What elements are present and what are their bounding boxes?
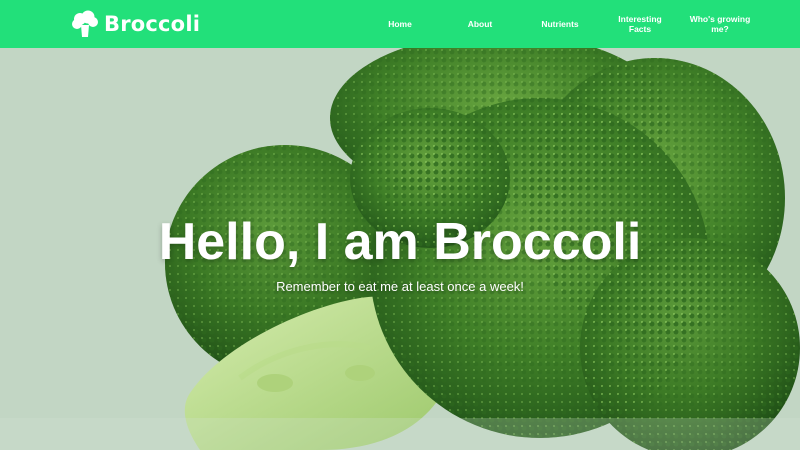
nav-nutrients[interactable]: Nutrients xyxy=(520,0,600,48)
brand-logo[interactable]: Broccoli xyxy=(70,9,200,39)
broccoli-icon xyxy=(72,10,98,37)
hero-title: Hello, I am Broccoli xyxy=(158,213,642,271)
hero-subtitle: Remember to eat me at least once a week! xyxy=(276,279,524,294)
hero-section: Hello, I am Broccoli Remember to eat me … xyxy=(0,48,800,450)
nav-home[interactable]: Home xyxy=(360,0,440,48)
nav-interesting-facts[interactable]: Interesting Facts xyxy=(600,0,680,48)
navbar: Broccoli Home About Nutrients Interestin… xyxy=(0,0,800,48)
brand-name: Broccoli xyxy=(104,12,201,36)
nav-whos-growing-me[interactable]: Who's growing me? xyxy=(680,0,760,48)
nav-about[interactable]: About xyxy=(440,0,520,48)
